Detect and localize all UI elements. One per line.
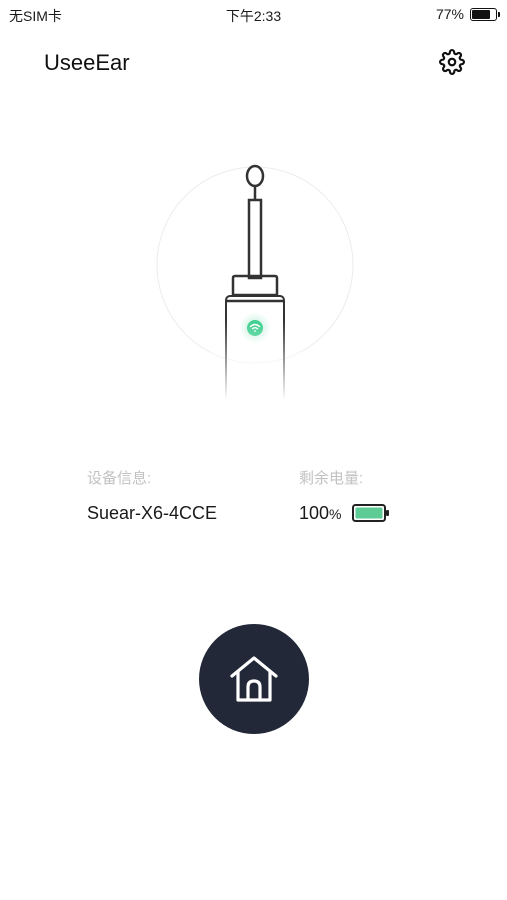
battery-icon [470, 7, 500, 21]
status-bar: 无SIM卡 下午2:33 77% [0, 0, 507, 28]
battery-percent-text: 77% [435, 6, 464, 22]
home-button[interactable] [199, 624, 309, 734]
battery-value: 100% [299, 503, 342, 524]
battery-label: 剩余电量: [299, 470, 364, 487]
battery-level-icon [352, 504, 389, 522]
home-icon [230, 656, 278, 702]
device-name-value: Suear-X6-4CCE [87, 503, 218, 523]
ear-pick-device-icon [156, 164, 354, 400]
settings-button[interactable] [439, 49, 465, 75]
clock-text: 下午2:33 [225, 8, 282, 24]
battery-icon-fill [472, 9, 490, 19]
app-title: UseeEar [44, 50, 130, 75]
app-screen: 无SIM卡 下午2:33 77% UseeEar 设备信息: Suear-X6-… [0, 0, 507, 900]
battery-level-fill [355, 507, 383, 519]
gear-icon [439, 49, 465, 75]
battery-percent-value: 100 [299, 503, 330, 523]
battery-status: 77% [435, 6, 500, 22]
device-info-label: 设备信息: [87, 470, 152, 487]
battery-percent-unit: % [329, 506, 342, 522]
